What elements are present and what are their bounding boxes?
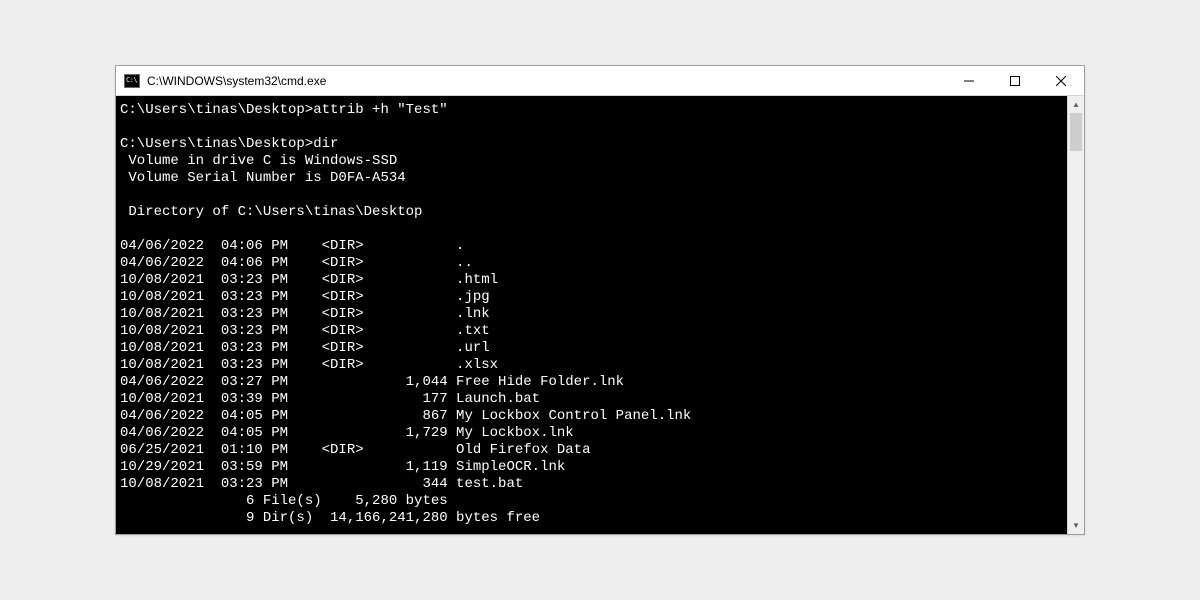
cmd-icon	[124, 74, 140, 88]
vertical-scrollbar[interactable]: ▲ ▼	[1067, 96, 1084, 534]
scroll-up-arrow-icon[interactable]: ▲	[1068, 96, 1084, 113]
minimize-icon	[964, 76, 974, 86]
window-controls	[946, 66, 1084, 95]
titlebar-left: C:\WINDOWS\system32\cmd.exe	[116, 66, 946, 95]
scrollbar-thumb[interactable]	[1070, 113, 1082, 151]
terminal-output[interactable]: C:\Users\tinas\Desktop>attrib +h "Test" …	[116, 96, 1067, 534]
cmd-window: C:\WINDOWS\system32\cmd.exe C:\Users\tin…	[115, 65, 1085, 535]
minimize-button[interactable]	[946, 66, 992, 95]
window-title: C:\WINDOWS\system32\cmd.exe	[147, 74, 326, 88]
maximize-icon	[1010, 76, 1020, 86]
scroll-down-arrow-icon[interactable]: ▼	[1068, 517, 1084, 534]
titlebar[interactable]: C:\WINDOWS\system32\cmd.exe	[116, 66, 1084, 96]
close-icon	[1056, 76, 1066, 86]
client-area: C:\Users\tinas\Desktop>attrib +h "Test" …	[116, 96, 1084, 534]
close-button[interactable]	[1038, 66, 1084, 95]
maximize-button[interactable]	[992, 66, 1038, 95]
